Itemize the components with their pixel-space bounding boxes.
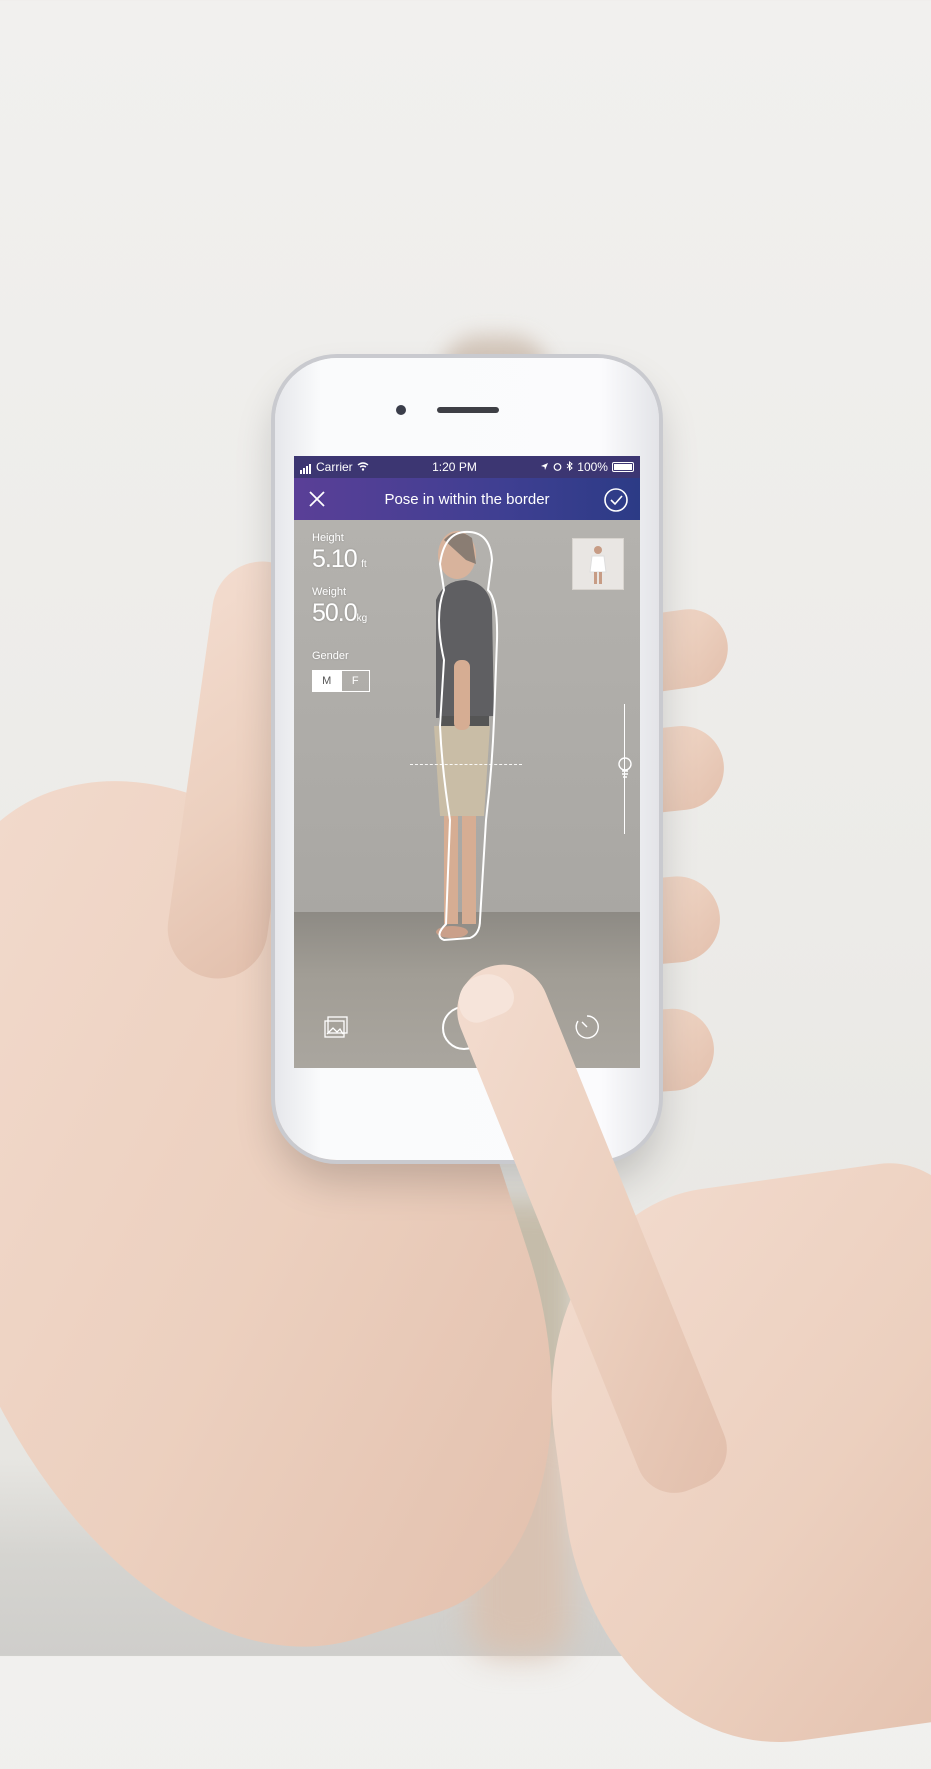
close-icon[interactable] <box>304 486 330 512</box>
location-icon <box>540 460 549 474</box>
battery-icon <box>611 462 634 472</box>
weight-unit: kg <box>356 613 368 624</box>
gender-label: Gender <box>312 650 349 662</box>
earpiece-speaker <box>437 407 499 413</box>
nav-bar: Pose in within the border <box>294 478 640 520</box>
timer-icon[interactable] <box>574 1014 600 1040</box>
gender-option-f[interactable]: F <box>340 671 370 691</box>
reference-pose-thumbnail[interactable] <box>572 538 624 590</box>
weight-readout[interactable]: 50.0kg <box>312 599 367 628</box>
page-title: Pose in within the border <box>384 490 550 508</box>
gender-toggle: M F <box>312 670 370 692</box>
weight-value: 50.0 <box>312 599 358 627</box>
alarm-icon <box>553 460 562 474</box>
height-unit: ft <box>361 559 367 570</box>
height-value: 5.10 <box>312 545 358 573</box>
check-circle-icon[interactable] <box>602 486 630 514</box>
status-time: 1:20 PM <box>432 460 477 474</box>
waist-guide-line <box>410 764 522 765</box>
signal-icon <box>300 460 312 474</box>
height-readout[interactable]: 5.10 ft <box>312 545 367 574</box>
gender-option-m[interactable]: M <box>313 671 341 691</box>
reference-pose-figure <box>589 546 607 584</box>
carrier-label: Carrier <box>316 460 353 474</box>
battery-percent: 100% <box>577 460 608 474</box>
weight-label: Weight <box>312 586 347 598</box>
bluetooth-icon <box>566 460 574 474</box>
height-label: Height <box>312 532 344 544</box>
status-bar: Carrier 1:20 PM 100% <box>294 456 640 478</box>
gallery-icon[interactable] <box>324 1016 348 1038</box>
front-camera <box>396 405 406 415</box>
phone-screen: Carrier 1:20 PM 100% Pose in within the … <box>294 456 640 1068</box>
lightbulb-icon[interactable] <box>616 756 634 780</box>
wifi-icon <box>357 460 369 474</box>
